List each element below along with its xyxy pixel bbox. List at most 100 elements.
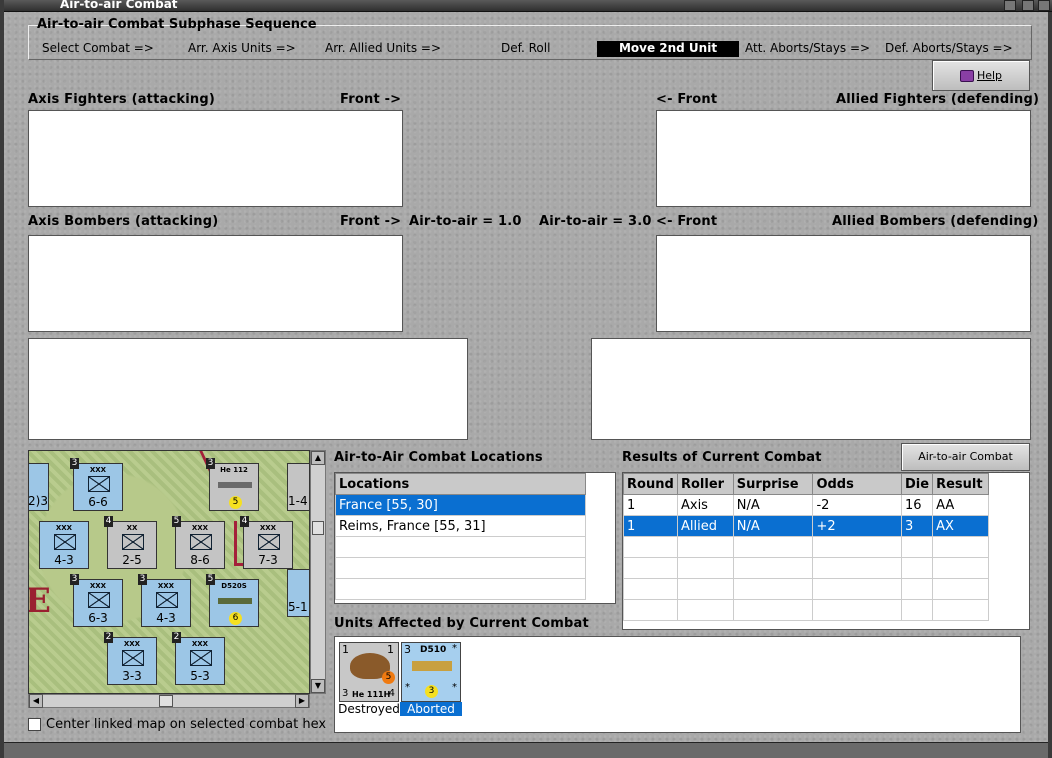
step-arr-allied: Arr. Allied Units => [325, 41, 442, 55]
cell: 16 [900, 494, 934, 516]
edge-counter[interactable]: 1-4 [287, 463, 309, 511]
help-label: Help [976, 69, 1003, 82]
unit-status: Destroyed [338, 702, 400, 716]
result-row[interactable]: 1 Allied N/A +2 3 AX [623, 515, 989, 537]
result-row[interactable] [623, 599, 989, 621]
counter-type: XX [126, 524, 138, 532]
cell: AX [932, 515, 989, 537]
scroll-thumb[interactable] [312, 521, 324, 535]
cell: Axis [676, 494, 734, 516]
location-row[interactable] [335, 557, 586, 579]
counter-type: XXX [89, 582, 107, 590]
counter-num: 3 [70, 574, 79, 585]
center-map-checkbox[interactable] [28, 718, 41, 731]
axis-info-box [28, 338, 468, 440]
allied-bombers-box[interactable] [656, 235, 1031, 332]
edge-counter[interactable]: 2)3 [29, 463, 49, 511]
allied-air-ratio: Air-to-air = 3.0 [539, 214, 652, 229]
axis-fighters-box[interactable] [28, 110, 403, 207]
counter-type: XXX [191, 524, 209, 532]
step-att-aborts: Att. Aborts/Stays => [745, 41, 871, 55]
location-row[interactable] [335, 536, 586, 558]
location-cell [335, 536, 586, 558]
scroll-down-icon[interactable]: ▼ [311, 679, 325, 693]
infantry-symbol-icon [122, 650, 144, 666]
edge-counter[interactable]: 5-1 [287, 569, 309, 617]
map-counter[interactable]: XXX 5-3 2 [172, 632, 225, 685]
col-odds: Odds [812, 473, 902, 495]
infantry-symbol-icon [88, 476, 110, 492]
map-counter[interactable]: XXX 4-3 [39, 521, 89, 569]
col-surprise: Surprise [732, 473, 814, 495]
counter-str: 7-3 [258, 553, 278, 567]
map-counter[interactable]: XX 2-5 4 [104, 516, 157, 569]
close-button[interactable] [1038, 0, 1050, 11]
location-row[interactable]: Reims, France [55, 31] [335, 515, 586, 537]
map-edge-letter: E [29, 581, 51, 621]
result-row[interactable]: 1 Axis N/A -2 16 AA [623, 494, 989, 516]
scroll-thumb[interactable] [159, 695, 173, 707]
counter-str: 8-6 [190, 553, 210, 567]
col-round: Round [623, 473, 678, 495]
axis-fighters-label: Axis Fighters (attacking) [28, 92, 215, 107]
map-counter[interactable]: XXX 8-6 5 [172, 516, 225, 569]
maximize-button[interactable] [1022, 0, 1034, 11]
scroll-up-icon[interactable]: ▲ [311, 451, 325, 465]
plane-icon [218, 598, 252, 604]
minimize-button[interactable] [1004, 0, 1016, 11]
result-row[interactable] [623, 578, 989, 600]
unit-d510[interactable]: 3 D510 * 3 * * [401, 642, 461, 702]
counter-num: 2 [172, 632, 181, 643]
location-row[interactable] [335, 578, 586, 600]
locations-table-box[interactable]: Locations France [55, 30] Reims, France … [334, 472, 616, 604]
counter-die: 6 [229, 612, 242, 625]
results-table-box[interactable]: Round Roller Surprise Odds Die Result 1A… [622, 472, 1030, 630]
counter-num: 5 [206, 574, 215, 585]
scroll-right-icon[interactable]: ▶ [295, 694, 309, 708]
infantry-symbol-icon [156, 592, 178, 608]
map-counter[interactable]: D520S 6 5 [206, 574, 259, 627]
unit-bottom-right: * [452, 682, 457, 693]
location-cell [335, 578, 586, 600]
allied-bombers-front: <- Front [656, 214, 718, 229]
linked-map[interactable]: E 2)3 1-4 5-1 XXX 6-6 3 He 112 5 3 XXX 4-3 XX… [28, 450, 310, 694]
unit-top-right: * [452, 643, 457, 654]
map-counter[interactable]: He 112 5 3 [206, 458, 259, 511]
infantry-symbol-icon [190, 650, 212, 666]
unit-he111[interactable]: 1 1 5 3 He 111H 4 [339, 642, 399, 702]
cell: 1 [623, 494, 678, 516]
sequence-title: Air-to-air Combat Subphase Sequence [37, 17, 317, 32]
allied-fighters-box[interactable] [656, 110, 1031, 207]
counter-str: 2-5 [122, 553, 142, 567]
combat-chart-button[interactable]: Air-to-air Combat Chart [901, 443, 1030, 489]
counter-str: 6-6 [88, 495, 108, 509]
counter-num: 2 [104, 632, 113, 643]
counter-type: XXX [89, 466, 107, 474]
map-horizontal-scrollbar[interactable]: ◀ ▶ [28, 694, 310, 708]
unit-bottom-left: * [405, 682, 410, 693]
help-button[interactable]: Help [932, 60, 1030, 91]
unit-top-left: 3 [404, 643, 411, 656]
counter-str: 6-3 [88, 611, 108, 625]
map-vertical-scrollbar[interactable]: ▲ ▼ [310, 450, 326, 694]
result-row[interactable] [623, 536, 989, 558]
map-counter[interactable]: XXX 7-3 4 [240, 516, 293, 569]
axis-bombers-box[interactable] [28, 235, 403, 332]
status-bar [4, 742, 1048, 758]
location-row[interactable]: France [55, 30] [335, 494, 586, 516]
scroll-left-icon[interactable]: ◀ [29, 694, 43, 708]
result-row[interactable] [623, 557, 989, 579]
map-counter[interactable]: XXX 3-3 2 [104, 632, 157, 685]
allied-info-box [591, 338, 1031, 440]
title-bar[interactable]: Air-to-air Combat [4, 0, 1052, 12]
allied-fighters-front: <- Front [656, 92, 718, 107]
counter-die: 5 [229, 496, 242, 509]
center-map-label: Center linked map on selected combat hex [46, 717, 327, 732]
infantry-symbol-icon [122, 534, 144, 550]
map-counter[interactable]: XXX 6-6 3 [70, 458, 123, 511]
infantry-symbol-icon [88, 592, 110, 608]
map-counter[interactable]: XXX 4-3 3 [138, 574, 191, 627]
counter-type: XXX [191, 640, 209, 648]
map-counter[interactable]: XXX 6-3 3 [70, 574, 123, 627]
cell: +2 [812, 515, 902, 537]
